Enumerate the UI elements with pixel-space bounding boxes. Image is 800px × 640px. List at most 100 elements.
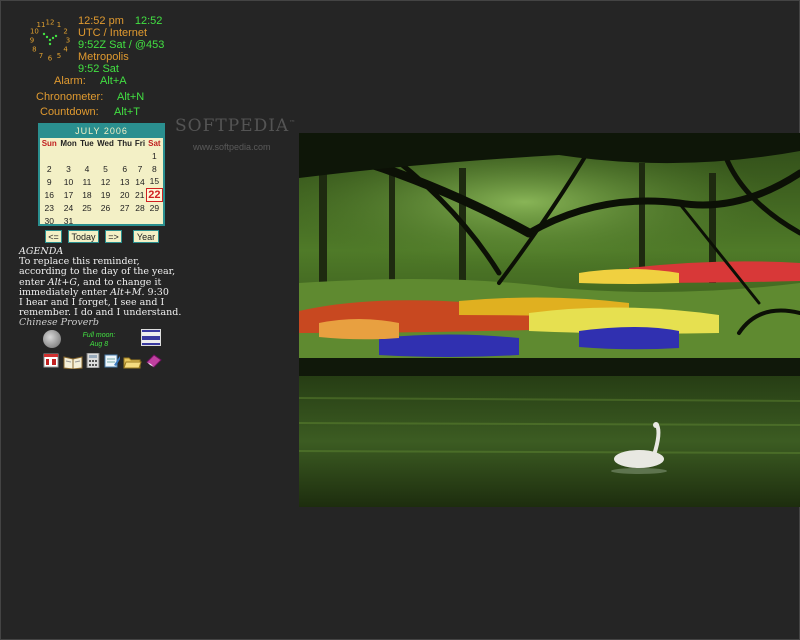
clock-hour-label: 3: [66, 37, 70, 45]
calendar-week-row: 2345678: [40, 163, 163, 176]
full-moon-info: Full moon: Aug 8: [76, 331, 122, 349]
calendar-day[interactable]: 6: [116, 163, 134, 176]
calendar-day[interactable]: 29: [146, 202, 162, 215]
calendar-day: [58, 150, 78, 163]
calendar-day[interactable]: 5: [95, 163, 115, 176]
calendar-page-icon[interactable]: [43, 353, 59, 368]
calendar-day[interactable]: 2: [40, 163, 58, 176]
calendar-day: [134, 150, 147, 163]
calendar-day[interactable]: 9: [40, 175, 58, 188]
agenda-reminder: To replace this reminder, according to t…: [19, 257, 189, 298]
calendar-day[interactable]: 15: [146, 175, 162, 188]
clock-hand-dot: [48, 42, 52, 46]
zone-label: UTC / Internet: [78, 27, 148, 39]
calendar-day[interactable]: 16: [40, 188, 58, 202]
calendar-day[interactable]: 26: [95, 202, 115, 215]
chronometer-key: Alt+N: [117, 91, 145, 103]
clock-hand-dot: [45, 35, 49, 39]
calendar-day: [95, 215, 115, 228]
calendar-day[interactable]: 28: [134, 202, 147, 215]
calendar-day[interactable]: 14: [134, 175, 147, 188]
full-moon-label: Full moon:: [82, 332, 116, 339]
clock-hand-dot: [54, 34, 58, 38]
calendar-day[interactable]: 13: [116, 175, 134, 188]
calendar-day[interactable]: 30: [40, 215, 58, 228]
calendar-day: [146, 215, 162, 228]
calendar-day[interactable]: 3: [58, 163, 78, 176]
weekday-header: Sat: [148, 139, 161, 148]
calendar-month-label[interactable]: JULY 2006: [40, 125, 163, 138]
time-display: 12:52 pm 12:52 UTC / Internet 9:52Z Sat /…: [78, 15, 164, 75]
calendar-day[interactable]: 27: [116, 202, 134, 215]
softpedia-watermark: SOFTPEDIA™: [175, 116, 296, 136]
calendar-day: [116, 150, 134, 163]
calendar-day[interactable]: 11: [79, 175, 96, 188]
calendar-day[interactable]: 8: [146, 163, 162, 176]
weekday-header: Mon: [60, 139, 77, 148]
calendar-day[interactable]: 19: [95, 188, 115, 202]
clock-hour-label: 2: [63, 28, 67, 36]
calendar-day: [79, 215, 96, 228]
calculator-icon[interactable]: [85, 352, 101, 369]
local-time-alt: 12:52: [134, 15, 163, 27]
weekday-header: Tue: [80, 139, 94, 148]
calendar-day[interactable]: 20: [116, 188, 134, 202]
analog-clock-icon[interactable]: 12 1 2 3 4 5 6 7 8 9 10 11: [28, 18, 72, 63]
wallpaper-photo: [299, 133, 800, 507]
clock-hour-label: 11: [37, 21, 46, 29]
calendar-week-row: 9 10 11 12 13 14 15: [40, 175, 163, 188]
utc-line: 9:52Z Sat / @453: [78, 39, 165, 51]
calendar-day[interactable]: 21: [134, 188, 147, 202]
clock-hour-label: 6: [48, 55, 53, 63]
alarm-key: Alt+A: [100, 75, 127, 87]
calendar-day[interactable]: 31: [58, 215, 78, 228]
agenda-panel[interactable]: AGENDA To replace this reminder, accordi…: [19, 246, 189, 329]
city-name: Metropolis: [78, 51, 129, 63]
month-calendar: JULY 2006 Sun Mon Tue Wed Thu Fri Sat 12345678…: [38, 123, 165, 226]
calendar-day[interactable]: 25: [79, 202, 96, 215]
prev-month-button[interactable]: <=: [45, 230, 62, 243]
calendar-day[interactable]: 10: [58, 175, 78, 188]
calendar-day: [116, 215, 134, 228]
alarm-hotkey[interactable]: Alarm: Alt+A: [54, 75, 127, 87]
calendar-day[interactable]: 7: [134, 163, 147, 176]
watermark-brand: SOFTPEDIA: [175, 116, 290, 136]
calendar-day[interactable]: 12: [95, 175, 115, 188]
calendar-week-row: 30 31: [40, 215, 163, 228]
chronometer-label: Chronometer:: [36, 91, 104, 103]
calendar-week-row: 23 24 25 26 27 28 29: [40, 202, 163, 215]
eraser-icon[interactable]: [145, 353, 162, 368]
calendar-day[interactable]: 4: [79, 163, 96, 176]
calendar-day[interactable]: 24: [58, 202, 78, 215]
weekday-header: Wed: [97, 139, 114, 148]
open-book-icon[interactable]: [63, 354, 83, 370]
calendar-day[interactable]: 23: [40, 202, 58, 215]
calendar-day: [134, 215, 147, 228]
calendar-grid: Sun Mon Tue Wed Thu Fri Sat 1 2 3 4 5 6 7 8 9 10 11 12 13 1…: [40, 138, 164, 228]
calendar-day[interactable]: 18: [79, 188, 96, 202]
agenda-quote: I hear and I forget, I see and I remembe…: [19, 297, 182, 319]
clock-hour-label: 7: [39, 52, 43, 60]
notepad-icon[interactable]: [103, 353, 121, 368]
next-month-button[interactable]: =>: [105, 230, 122, 243]
weekday-header: Sun: [41, 139, 57, 148]
calendar-day-today[interactable]: 22: [145, 187, 164, 202]
clock-hour-label: 8: [32, 46, 36, 54]
softpedia-url: www.softpedia.com: [193, 142, 271, 152]
clock-hour-label: 5: [57, 52, 61, 60]
year-button[interactable]: Year: [133, 230, 159, 243]
folder-open-icon[interactable]: [123, 354, 142, 369]
chronometer-hotkey[interactable]: Chronometer: Alt+N: [36, 91, 144, 103]
calendar-day[interactable]: 17: [58, 188, 78, 202]
countdown-label: Countdown:: [40, 106, 99, 118]
clock-hour-label: 12: [46, 19, 55, 27]
watermark-tm: ™: [289, 119, 297, 127]
moon-phase-icon[interactable]: [43, 330, 61, 348]
today-button[interactable]: Today: [68, 230, 99, 243]
countdown-hotkey[interactable]: Countdown: Alt+T: [40, 106, 140, 118]
flag-icon[interactable]: [141, 329, 161, 346]
calendar-day: [95, 150, 115, 163]
calendar-day[interactable]: 1: [146, 150, 162, 163]
local-time: 12:52 pm: [78, 15, 124, 27]
clock-hand-dot: [48, 38, 52, 42]
